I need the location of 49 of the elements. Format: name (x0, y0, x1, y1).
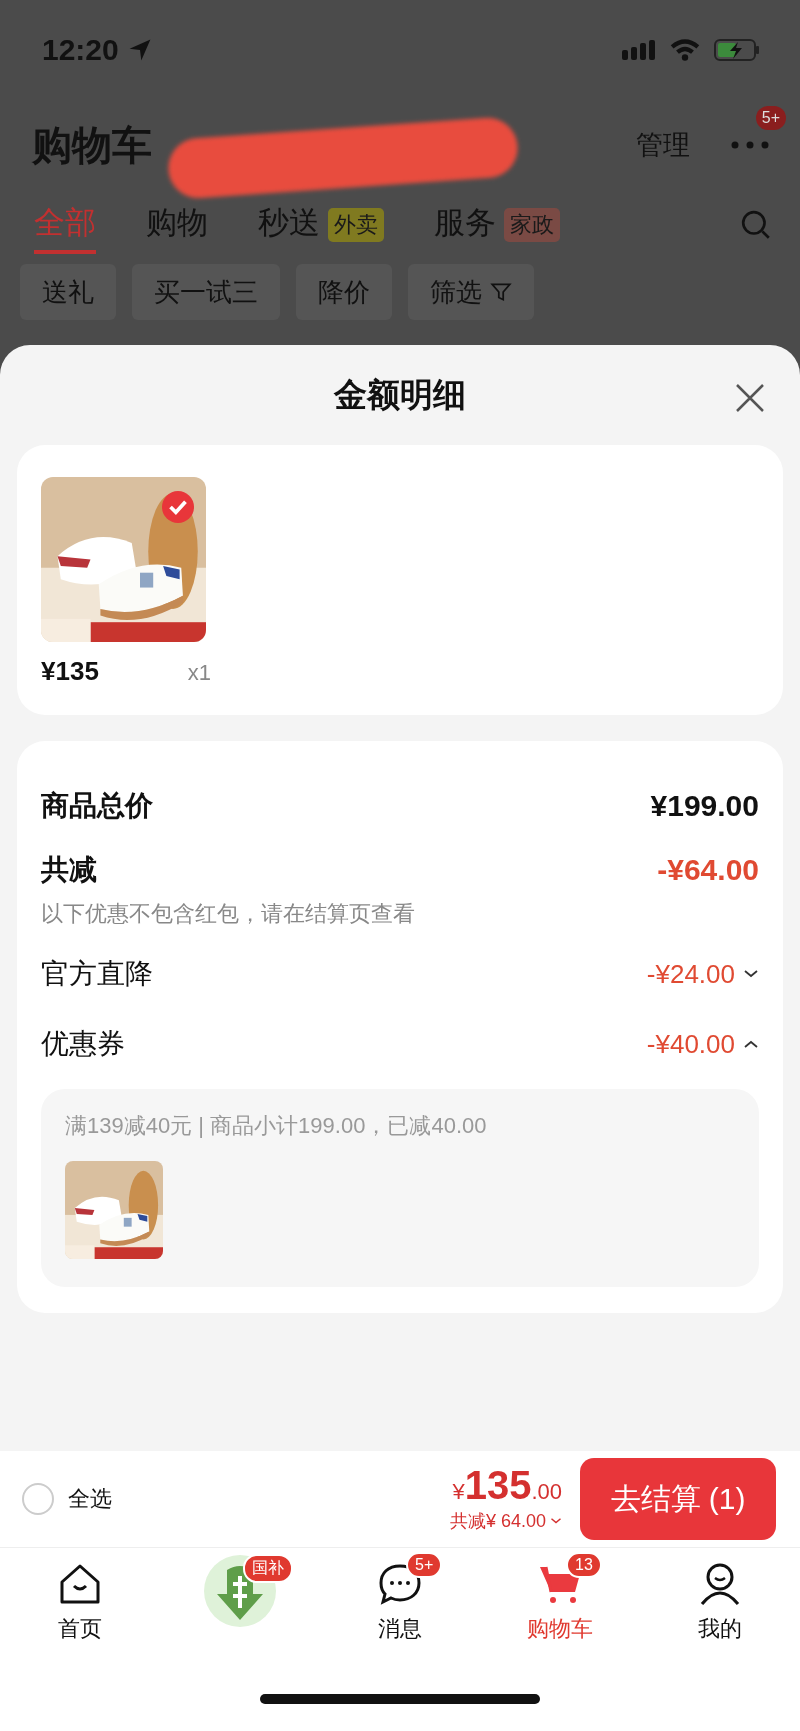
page-title: 购物车 (32, 121, 152, 169)
item-quantity: x1 (187, 660, 211, 686)
checkout-button[interactable]: 去结算 (1) (580, 1458, 776, 1540)
close-icon[interactable] (735, 383, 765, 413)
saving-text: 共减¥ 64.00 (449, 1510, 546, 1533)
chevron-up-icon[interactable] (743, 1039, 759, 1049)
coupon-text: 满139减40元 | 商品小计199.00，已减40.00 (65, 1112, 488, 1140)
tab-bar-item[interactable]: 消息 (378, 1614, 422, 1644)
category-tab[interactable]: 服务 (434, 196, 496, 254)
chevron-down-icon[interactable] (743, 969, 759, 979)
price-amount: -¥24.00 (646, 958, 735, 990)
category-tab[interactable]: 秒送 (258, 196, 320, 254)
note-text: 以下优惠不包含红包，请在结算页查看 (41, 900, 416, 928)
status-time: 12:20 (42, 33, 119, 67)
filter-icon (490, 281, 512, 303)
wifi-icon (670, 39, 700, 61)
tab-bar-item[interactable]: 我的 (698, 1614, 742, 1644)
checkbox[interactable] (162, 491, 194, 523)
price-label: 优惠券 (41, 1027, 125, 1061)
filter-chip[interactable]: 降价 (296, 264, 392, 320)
price-label: 商品总价 (41, 789, 153, 823)
total-price: ¥135.00 (452, 1465, 562, 1505)
price-label: 共减 (41, 853, 97, 887)
filter-chip[interactable]: 筛选 (408, 264, 534, 320)
tab-tag: 外卖 (328, 208, 384, 242)
tab-badge: 国补 (243, 1554, 293, 1583)
house-icon[interactable] (58, 1562, 102, 1606)
notification-badge: 5+ (755, 106, 786, 130)
tab-badge: 5+ (406, 1552, 443, 1578)
price-amount: -¥40.00 (646, 1028, 735, 1060)
price-label: 官方直降 (41, 957, 153, 991)
category-tab[interactable]: 购物 (146, 196, 208, 254)
person-icon[interactable] (698, 1562, 742, 1606)
signal-icon (622, 39, 656, 61)
filter-chip[interactable]: 送礼 (20, 264, 116, 320)
price-amount: ¥199.00 (650, 789, 759, 823)
category-tab[interactable]: 全部 (34, 196, 96, 254)
filter-chip[interactable]: 买一试三 (132, 264, 280, 320)
item-price: ¥135 (41, 656, 99, 687)
sheet-title: 金额明细 (334, 374, 466, 415)
manage-button[interactable]: 管理 (636, 127, 690, 163)
price-amount: -¥64.00 (657, 853, 759, 887)
tab-tag: 家政 (504, 208, 560, 242)
battery-icon (714, 38, 760, 62)
select-all-toggle[interactable]: 全选 (22, 1483, 112, 1515)
tab-bar-item[interactable]: 购物车 (527, 1614, 593, 1644)
radio-circle[interactable] (22, 1483, 54, 1515)
tab-badge: 13 (566, 1552, 602, 1578)
tab-bar-item[interactable]: 首页 (58, 1614, 102, 1644)
